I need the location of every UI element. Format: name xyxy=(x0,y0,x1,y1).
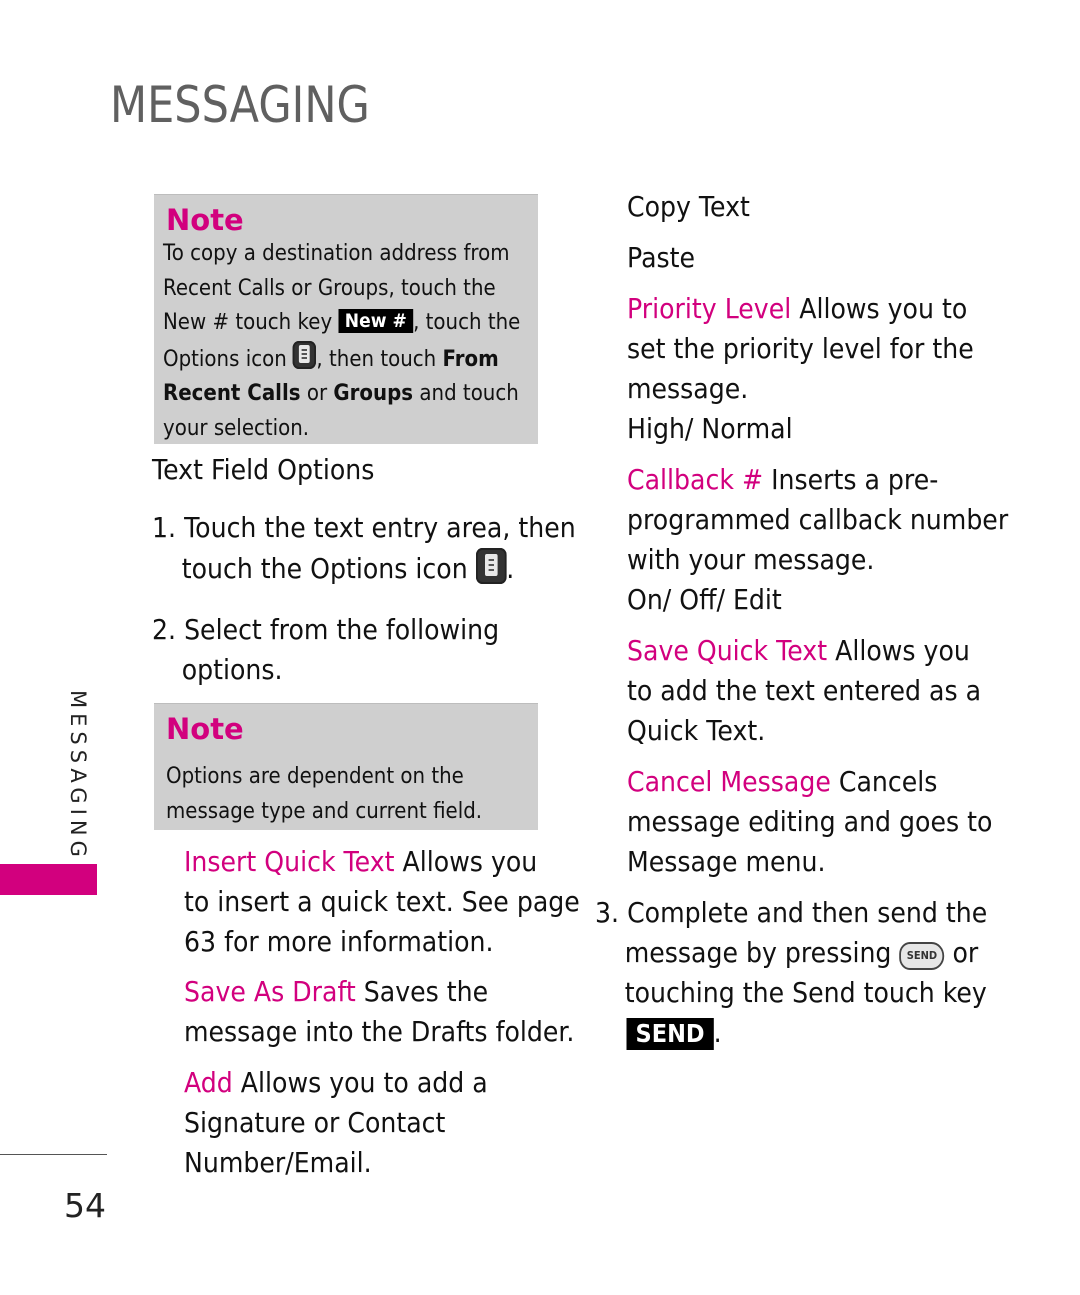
option-desc: Allows you to xyxy=(791,292,968,325)
options-icon xyxy=(293,340,317,369)
note-bold: Recent Calls xyxy=(163,381,301,406)
note-line: To copy a destination address from xyxy=(163,241,510,266)
note-line: New # touch key New #, touch the xyxy=(163,306,520,341)
step-2: 2. Select from the following options. xyxy=(152,610,499,690)
option-term: Save As Draft xyxy=(184,975,356,1008)
note-bold: From xyxy=(442,346,499,372)
option-term: Insert Quick Text xyxy=(184,845,395,878)
note-line: Options icon , then touch From xyxy=(163,340,501,378)
note-text-span: or xyxy=(300,381,334,406)
option-desc: message. xyxy=(627,372,749,405)
option-cancel-message: Cancel Message Cancels message editing a… xyxy=(627,762,992,882)
step-text: Touch the text entry area, then xyxy=(184,511,576,544)
option-values: High/ Normal xyxy=(627,412,793,445)
note-line: Options are dependent on the xyxy=(166,764,464,789)
step-1: 1. Touch the text entry area, then touch… xyxy=(152,508,576,589)
step-text: touching the Send touch key xyxy=(624,976,987,1009)
new-number-key: New # xyxy=(338,309,414,333)
option-copy-text: Copy Text xyxy=(627,190,750,223)
option-desc: Saves the xyxy=(355,975,489,1008)
note-text-span: New # touch key xyxy=(163,310,339,335)
option-desc: Allows you to add a xyxy=(232,1066,488,1099)
note-bold: Groups xyxy=(333,381,414,406)
options-icon xyxy=(475,548,507,584)
section-heading: Text Field Options xyxy=(152,453,375,486)
option-callback: Callback # Inserts a pre- programmed cal… xyxy=(627,460,1008,620)
side-tab-marker xyxy=(0,864,97,895)
step-text: options. xyxy=(181,653,283,686)
option-desc: Allows you xyxy=(394,845,538,878)
option-paste: Paste xyxy=(627,241,696,274)
option-desc: 63 for more information. xyxy=(184,925,494,958)
option-desc: message editing and goes to xyxy=(627,805,993,838)
step-3: 3. Complete and then send the message by… xyxy=(595,893,987,1053)
option-desc: Signature or Contact xyxy=(184,1106,446,1139)
option-desc: to add the text entered as a xyxy=(627,674,982,707)
step-text: touch the Options icon xyxy=(181,552,476,585)
option-desc: message into the Drafts folder. xyxy=(184,1015,575,1048)
option-desc: programmed callback number xyxy=(627,503,1009,536)
note-title: Note xyxy=(166,712,244,746)
note-title: Note xyxy=(166,203,244,237)
option-insert-quick-text: Insert Quick Text Allows you to insert a… xyxy=(184,842,580,962)
note-line: message type and current field. xyxy=(166,798,483,824)
step-text: . xyxy=(713,1016,722,1049)
option-desc: to insert a quick text. See page xyxy=(184,885,580,918)
option-desc: Cancels xyxy=(830,765,938,798)
option-term: Priority Level xyxy=(627,292,792,325)
option-term: Add xyxy=(184,1066,233,1099)
note-line: your selection. xyxy=(163,415,310,441)
step-text: or xyxy=(944,936,979,969)
option-desc: Message menu. xyxy=(627,845,826,878)
send-hardware-key-icon: SEND xyxy=(899,942,945,970)
option-desc: Quick Text. xyxy=(627,714,766,747)
option-desc: set the priority level for the xyxy=(627,332,974,365)
note-text: Options are dependent on the message typ… xyxy=(166,760,501,829)
step-text: Select from the following xyxy=(184,613,500,646)
step-text: message by pressing xyxy=(624,936,900,969)
note-line: Recent Calls or Groups, touch the xyxy=(163,275,496,301)
option-desc: Inserts a pre- xyxy=(763,463,939,496)
option-term: Callback # xyxy=(627,463,764,496)
option-desc: with your message. xyxy=(627,543,875,576)
step-text: Complete and then send the xyxy=(627,896,988,929)
step-number: 1. xyxy=(152,511,177,544)
option-desc: Allows you xyxy=(827,634,970,667)
side-tab-label: MESSAGING xyxy=(66,690,90,862)
note-box-options: Note Options are dependent on the messag… xyxy=(154,703,538,830)
option-term: Cancel Message xyxy=(627,765,831,798)
send-touch-key: SEND xyxy=(626,1018,714,1050)
page-title: MESSAGING xyxy=(110,76,370,134)
note-box-copy-address: Note To copy a destination address from … xyxy=(154,194,538,444)
step-text: . xyxy=(506,552,515,585)
note-text-span: Options icon xyxy=(163,346,294,372)
option-priority-level: Priority Level Allows you to set the pri… xyxy=(627,289,974,449)
option-desc: Number/Email. xyxy=(184,1146,372,1179)
option-add: Add Allows you to add a Signature or Con… xyxy=(184,1063,488,1183)
note-text-span: and touch xyxy=(413,381,519,406)
option-save-as-draft: Save As Draft Saves the message into the… xyxy=(184,972,574,1052)
note-text: To copy a destination address from Recen… xyxy=(163,237,520,446)
note-text-span: , touch the xyxy=(413,310,521,335)
footer-rule xyxy=(0,1154,107,1155)
note-text-span: , then touch xyxy=(316,346,443,372)
option-values: On/ Off/ Edit xyxy=(627,583,782,616)
note-line: Recent Calls or Groups and touch xyxy=(163,377,519,412)
option-save-quick-text: Save Quick Text Allows you to add the te… xyxy=(627,631,981,751)
step-number: 2. xyxy=(152,613,177,646)
step-number: 3. xyxy=(595,896,620,929)
page-number: 54 xyxy=(64,1186,106,1225)
option-term: Save Quick Text xyxy=(627,634,828,667)
